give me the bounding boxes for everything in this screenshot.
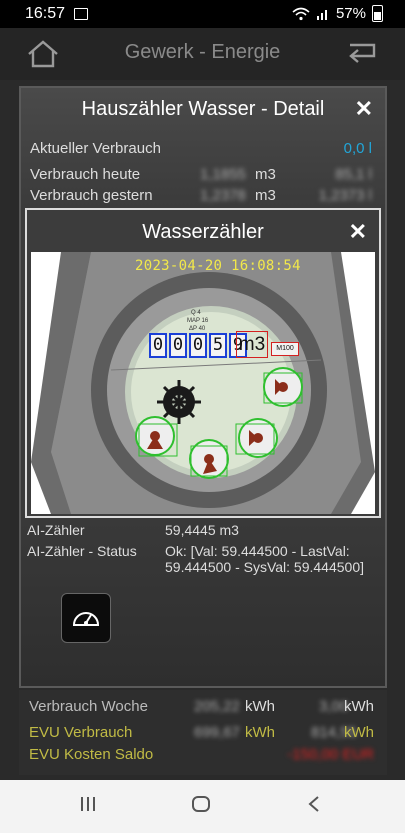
digit-box: 5 [209, 333, 227, 358]
row-value: 699,67 [194, 724, 240, 741]
dial [263, 367, 303, 407]
gauge-button[interactable] [61, 593, 111, 643]
detail-row-today: Verbrauch heute 1,1855 m3 85,1 l [30, 166, 376, 188]
unit-roi-box: m3 [236, 331, 268, 358]
image-timestamp: 2023-04-20 16:08:54 [135, 258, 301, 274]
ai-label: AI-Zähler [27, 522, 85, 538]
row-evu-cost: EVU Kosten Saldo -150,00 EUR [29, 746, 378, 768]
digit-box: 0 [169, 333, 187, 358]
home-nav-icon[interactable] [190, 794, 212, 814]
back-arrow-icon[interactable] [346, 42, 378, 66]
row-value: 205,22 [194, 698, 240, 715]
status-time: 16:57 [25, 5, 66, 22]
row-value2: 1,2373 l [318, 187, 372, 204]
svg-text:ΔP 40: ΔP 40 [189, 326, 206, 332]
image-notification-icon [74, 8, 88, 20]
system-nav-bar [0, 780, 405, 833]
row-label: Aktueller Verbrauch [30, 140, 161, 157]
meter-image-modal: Wasserzähler ✕ Q 4 MAP 16 ΔP 40 2023-04-… [25, 208, 381, 518]
row-label: EVU Kosten Saldo [29, 746, 154, 763]
row-label: Verbrauch gestern [30, 187, 153, 204]
row-value: -150,00 EUR [287, 746, 374, 763]
recent-apps-icon[interactable] [79, 794, 97, 814]
row-unit: kWh [245, 724, 275, 741]
detail-title: Hauszähler Wasser - Detail [81, 98, 325, 120]
m100-label-box: M100 [271, 342, 299, 356]
row-label: EVU Verbrauch [29, 724, 133, 741]
digit-box: 0 [189, 333, 207, 358]
row-label: Verbrauch heute [30, 166, 141, 183]
status-right: 57% [292, 5, 383, 22]
wifi-icon [292, 7, 310, 20]
ai-status-label: AI-Zähler - Status [27, 543, 137, 559]
energy-summary: Verbrauch Woche 205,22 kWh 3,00 kWh EVU … [19, 690, 387, 775]
meter-photo: Q 4 MAP 16 ΔP 40 2023-04-20 16:08:54 0 0… [31, 252, 375, 514]
dial [238, 418, 278, 458]
row-value: 0,0 l [343, 140, 372, 157]
detail-row-current: Aktueller Verbrauch 0,0 l [30, 140, 376, 162]
detail-close-icon[interactable]: ✕ [355, 96, 373, 122]
water-meter-image: Q 4 MAP 16 ΔP 40 [31, 252, 375, 514]
digit-roi-group: 0 0 0 5 9 [149, 333, 247, 358]
signal-icon [316, 9, 327, 20]
svg-text:Q 4: Q 4 [191, 310, 201, 316]
row-unit: m3 [255, 187, 276, 204]
gauge-icon [72, 612, 100, 626]
status-bar: 16:57 57% [0, 0, 405, 28]
battery-icon [372, 5, 383, 22]
svg-text:MAP 16: MAP 16 [187, 318, 209, 324]
row-evu-consumption: EVU Verbrauch 699,67 kWh 814,55 kWh [29, 724, 378, 746]
detail-row-yesterday: Verbrauch gestern 1,2378 m3 1,2373 l [30, 187, 376, 209]
row-unit: kWh [245, 698, 275, 715]
row-label: Verbrauch Woche [29, 698, 148, 715]
row-unit2: kWh [344, 724, 374, 741]
back-nav-icon[interactable] [306, 794, 322, 814]
dial [135, 416, 175, 456]
ai-status-value: Ok: [Val: 59.444500 - LastVal: 59.444500… [165, 543, 365, 575]
row-unit: m3 [255, 166, 276, 183]
digit-box: 0 [149, 333, 167, 358]
ai-value: 59,4445 m3 [165, 522, 239, 538]
battery-percent: 57% [335, 5, 366, 22]
row-week: Verbrauch Woche 205,22 kWh 3,00 kWh [29, 698, 378, 720]
row-value: 1,2378 [200, 187, 246, 204]
modal-close-icon[interactable]: ✕ [349, 219, 367, 245]
modal-title: Wasserzähler [142, 221, 264, 243]
app-top-bar: Gewerk - Energie [0, 28, 405, 80]
row-value2: 85,1 l [335, 166, 372, 183]
page-title: Gewerk - Energie [124, 41, 281, 63]
row-unit2: kWh [344, 698, 374, 715]
row-value: 1,1855 [200, 166, 246, 183]
